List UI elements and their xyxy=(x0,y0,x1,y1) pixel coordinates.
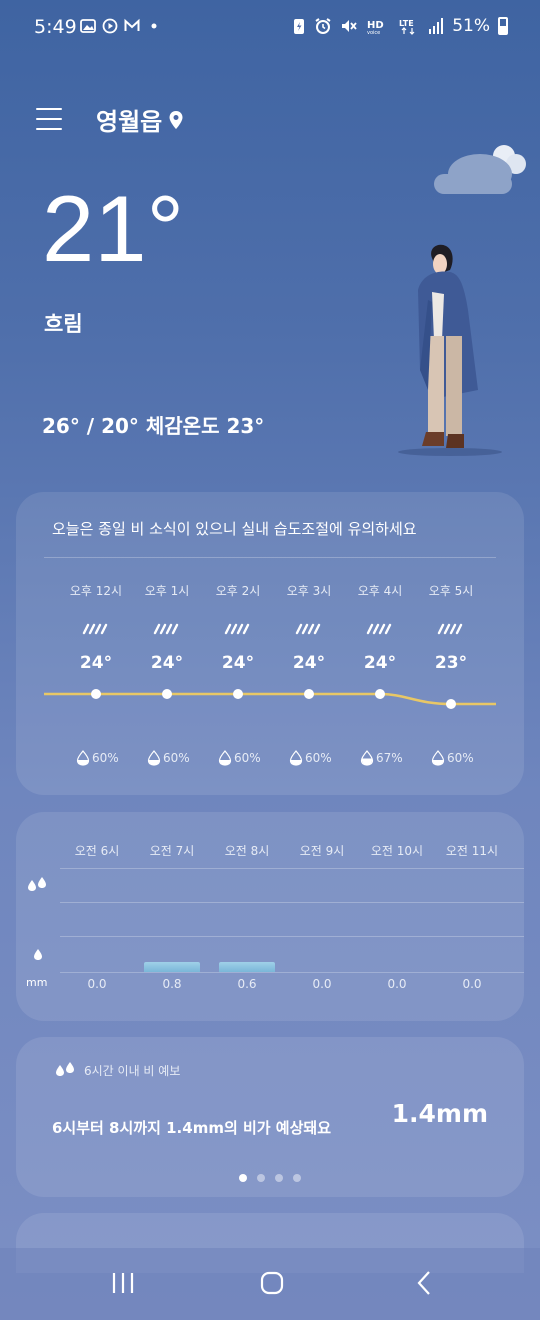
hd-voice-icon: HDvoice xyxy=(367,20,384,35)
temperature-line xyxy=(44,692,496,706)
humidity-drop-icon xyxy=(360,750,374,766)
precip-hour: 오전 7시 xyxy=(149,844,195,858)
precip-value: 0.6 xyxy=(237,977,257,991)
humidity-value: 60% xyxy=(289,750,332,766)
battery-percent: 51% xyxy=(452,16,490,36)
rain-total-amount: 1.4mm xyxy=(391,1099,488,1128)
humidity-value: 60% xyxy=(147,750,190,766)
person-illustration xyxy=(398,244,502,456)
alarm-icon xyxy=(315,18,331,34)
temp-point xyxy=(91,689,101,699)
play-icon xyxy=(102,18,118,34)
page-indicator xyxy=(16,1174,524,1182)
precip-value: 0.0 xyxy=(87,977,107,991)
status-time: 5:49 xyxy=(34,16,77,38)
navigation-bar xyxy=(0,1248,540,1320)
recent-apps-button[interactable] xyxy=(110,1270,136,1296)
temp-point xyxy=(162,689,172,699)
signal-icon xyxy=(429,18,444,34)
humidity-value: 60% xyxy=(76,750,119,766)
lte-icon: LTE xyxy=(399,19,415,35)
svg-text:voice: voice xyxy=(367,30,380,35)
gmail-icon xyxy=(124,18,140,31)
precip-value: 0.0 xyxy=(312,977,332,991)
light-rain-drop-icon xyxy=(34,949,42,960)
hi-lo-feels-like: 26° / 20° 체감온도 23° xyxy=(42,410,264,439)
grid-line xyxy=(60,936,524,937)
temp-point xyxy=(233,689,243,699)
precip-hour: 오전 9시 xyxy=(299,844,345,858)
precip-value: 0.0 xyxy=(462,977,482,991)
rain-drops-icon xyxy=(56,1062,74,1076)
precipitation-card[interactable]: 오전 6시 오전 7시 오전 8시 오전 9시 오전 10시 오전 11시 mm… xyxy=(16,812,524,1021)
grid-line xyxy=(60,868,524,869)
cloud-icon xyxy=(434,145,526,194)
temp-point xyxy=(446,699,456,709)
home-button[interactable] xyxy=(259,1270,285,1296)
grid-line xyxy=(60,972,524,973)
back-button[interactable] xyxy=(412,1270,438,1296)
precip-hour: 오전 10시 xyxy=(370,844,424,858)
precip-hour: 오전 11시 xyxy=(445,844,499,858)
precip-bar xyxy=(219,962,275,972)
status-bar: 5:49 HD voice LTE 51% xyxy=(0,0,540,56)
heavy-rain-drops-icon xyxy=(28,877,46,891)
image-icon xyxy=(80,19,96,33)
menu-button[interactable] xyxy=(36,108,62,130)
location[interactable]: 영월읍 xyxy=(96,102,184,137)
page-dot-4[interactable] xyxy=(293,1174,301,1182)
rain-forecast-description: 6시부터 8시까지 1.4mm의 비가 예상돼요 xyxy=(52,1119,331,1137)
humidity-drop-icon xyxy=(147,750,161,766)
humidity-value: 67% xyxy=(360,750,403,766)
unit-label: mm xyxy=(26,976,48,989)
battery-saver-icon xyxy=(294,19,305,34)
hi-lo-temp: 26° / 20° xyxy=(42,414,139,438)
humidity-value: 60% xyxy=(218,750,261,766)
page-dot-2[interactable] xyxy=(257,1174,265,1182)
location-name: 영월읍 xyxy=(96,108,163,136)
mute-icon xyxy=(342,20,357,32)
rain-forecast-card[interactable]: 6시간 이내 비 예보 6시부터 8시까지 1.4mm의 비가 예상돼요 1.4… xyxy=(16,1037,524,1197)
feels-like-temp: 체감온도 23° xyxy=(145,414,265,438)
page-dot-3[interactable] xyxy=(275,1174,283,1182)
dot-icon xyxy=(151,23,157,29)
precip-value: 0.8 xyxy=(162,977,182,991)
svg-text:LTE: LTE xyxy=(399,19,414,28)
humidity-value: 60% xyxy=(431,750,474,766)
rain-forecast-title: 6시간 이내 비 예보 xyxy=(54,1061,180,1079)
precip-hour: 오전 8시 xyxy=(224,844,270,858)
status-system-icons: HD voice LTE 51% xyxy=(292,16,508,36)
temp-point xyxy=(304,689,314,699)
precip-bar xyxy=(144,962,200,972)
grid-line xyxy=(60,902,524,903)
humidity-drop-icon xyxy=(76,750,90,766)
menu-icon xyxy=(36,108,62,110)
weather-condition: 흐림 xyxy=(44,312,83,336)
humidity-drop-icon xyxy=(218,750,232,766)
location-pin-icon xyxy=(169,110,183,129)
precip-hour: 오전 6시 xyxy=(74,844,120,858)
temp-point xyxy=(375,689,385,699)
current-temperature: 21° xyxy=(42,176,185,281)
status-notification-icons xyxy=(80,18,162,34)
precip-value: 0.0 xyxy=(387,977,407,991)
humidity-drop-icon xyxy=(289,750,303,766)
hourly-forecast-card[interactable]: 오늘은 종일 비 소식이 있으니 실내 습도조절에 유의하세요 오후 12시 2… xyxy=(16,492,524,795)
humidity-drop-icon xyxy=(431,750,445,766)
page-dot-1[interactable] xyxy=(239,1174,247,1182)
battery-icon xyxy=(498,17,508,35)
